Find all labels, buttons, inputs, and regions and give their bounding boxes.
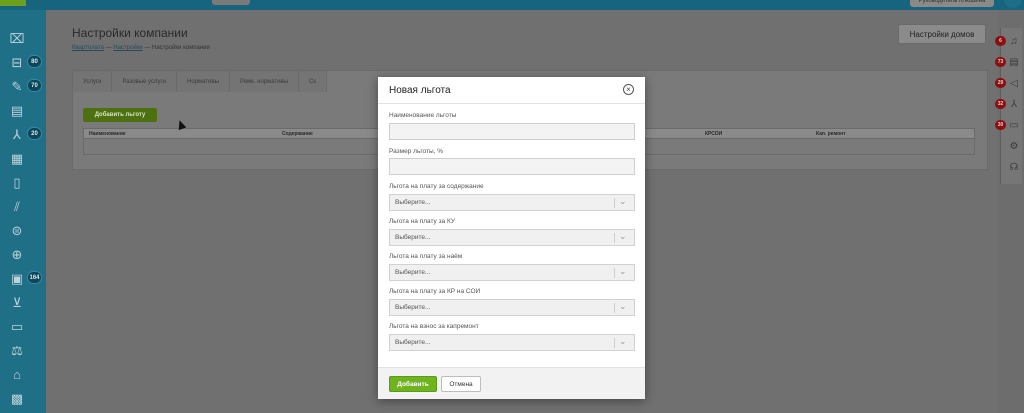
select-divider [614,338,615,348]
select-value: Выберите... [395,339,431,346]
wallet-icon[interactable]: ▭ [8,317,26,335]
select-label: Льгота на плату за КР на СОИ [389,288,481,295]
calculator-icon[interactable]: ▩ [8,389,26,407]
hierarchy-icon[interactable]: ⅄ [1007,97,1021,111]
building-icon[interactable]: ▦ [8,149,26,167]
top-bar: Руководитель Клюшина [0,0,1024,10]
cart-icon[interactable]: ⊻ [8,293,26,311]
avatar[interactable] [1004,0,1022,8]
dialog-footer: Добавить Отмена [378,367,645,399]
tab-4[interactable]: Ск [299,71,328,92]
select-value: Выберите... [395,304,431,311]
sidebar-count-badge: 70 [27,79,42,92]
select-divider [614,233,615,243]
select-label: Льгота на плату за наём [389,253,463,260]
chevron-down-icon[interactable]: ⌄ [619,301,627,312]
tab-1[interactable]: Разовые услуги [112,71,178,92]
scales-icon[interactable]: ⚖ [8,341,26,359]
support-icon[interactable]: ⊜ [8,221,26,239]
sidebar-count-badge: 20 [27,127,42,140]
breadcrumb-link[interactable]: Квартплата [72,45,104,51]
user-menu-button[interactable]: Руководитель Клюшина [910,0,994,7]
folder-icon[interactable]: ⌧ [8,29,26,47]
breadcrumb: Квартплата — Настройки — Настройки компа… [72,45,210,51]
user-icon[interactable]: ⊕ [8,245,26,263]
car-icon[interactable]: ⌂ [8,365,26,383]
select-value: Выберите... [395,234,431,241]
column-header: Содержание [282,131,313,137]
notification-badge: 29 [995,78,1006,88]
notification-badge: 6 [995,36,1006,46]
benefit-size-input[interactable] [389,158,635,175]
select-label: Льгота на взнос за капремонт [389,323,479,330]
new-benefit-dialog: Новая льгота × Наименование льготы Разме… [378,77,645,399]
benefit-select[interactable]: Выберите... ⌄ [389,194,635,211]
select-divider [614,303,615,313]
chat-icon[interactable]: ▭ [1007,118,1021,132]
chevron-down-icon[interactable]: ⌄ [619,196,627,207]
notification-badge: 30 [995,120,1006,130]
bell-icon[interactable]: ♫ [1007,34,1021,48]
column-header: КРСОИ [705,131,723,137]
column-header: Наименование [89,131,126,137]
dialog-title: Новая льгота [389,85,451,96]
page-title: Настройки компании [72,26,188,40]
inbox-icon[interactable]: ⊟ [8,53,26,71]
clipboard-icon[interactable]: ▣ [8,269,26,287]
chevron-down-icon[interactable]: ⌄ [619,266,627,277]
breadcrumb-separator: — [103,45,114,51]
benefit-select[interactable]: Выберите... ⌄ [389,264,635,281]
submit-button[interactable]: Добавить [389,376,437,392]
support-chat-icon[interactable]: ☊ [1007,160,1021,174]
tab-3[interactable]: Ремк. нормативы [229,71,300,92]
benefit-select[interactable]: Выберите... ⌄ [389,334,635,351]
select-label: Льгота на плату за содержание [389,183,484,190]
house-settings-button[interactable]: Настройки домов [898,24,986,44]
select-label: Льгота на плату за КУ [389,218,455,225]
notification-badge: 73 [995,57,1006,67]
benefit-name-label: Наименование льготы [389,112,457,119]
top-tab[interactable] [212,0,250,5]
chart-icon[interactable]: ⫽ [8,197,26,215]
edit-icon[interactable]: ✎ [8,77,26,95]
tab-0[interactable]: Услуги [73,71,113,92]
select-divider [614,268,615,278]
sidebar: ⌧ ⊟ 80 ✎ 70 ▤ ⅄ 20 ▦ ▯ ⫽ ⊜ ⊕ ▣ 164 ⊻ ▭ ⚖ ⌂ ▩ [0,10,46,413]
benefit-select[interactable]: Выберите... ⌄ [389,229,635,246]
tab-2[interactable]: Нормативы [177,71,230,92]
notification-badge: 32 [995,99,1006,109]
benefit-select[interactable]: Выберите... ⌄ [389,299,635,316]
gear-icon[interactable]: ⚙ [1007,139,1021,153]
dialog-header: Новая льгота × [378,77,645,104]
hierarchy-icon[interactable]: ⅄ [8,125,26,143]
right-toolbar: ♫ 6 ▤ 73 ◁ 29 ⅄ 32 ▭ 30 ⚙ ☊ [995,10,1024,413]
add-benefit-button[interactable]: Добавить льготу [83,108,157,122]
breadcrumb-link[interactable]: Настройки [113,45,142,51]
sidebar-count-badge: 80 [27,55,42,68]
right-toolbar-panel: ♫ 6 ▤ 73 ◁ 29 ⅄ 32 ▭ 30 ⚙ ☊ [995,28,1022,184]
select-divider [614,198,615,208]
megaphone-icon[interactable]: ◁ [1007,76,1021,90]
select-value: Выберите... [395,199,431,206]
chevron-down-icon[interactable]: ⌄ [619,336,627,347]
benefit-size-label: Размер льготы, % [389,148,444,155]
cancel-button[interactable]: Отмена [441,376,481,392]
app-logo[interactable] [0,0,26,6]
settings-tabs: Услуги Разовые услуги Нормативы Ремк. норма… [73,71,328,92]
benefit-name-input[interactable] [389,123,635,140]
breadcrumb-separator: — Настройки компании [142,45,210,51]
select-value: Выберите... [395,269,431,276]
close-icon[interactable]: × [623,84,634,95]
sidebar-count-badge: 164 [27,271,42,284]
list-icon[interactable]: ▯ [8,173,26,191]
column-header: Кап. ремонт [816,131,846,137]
archive-icon[interactable]: ▤ [1007,55,1021,69]
document-icon[interactable]: ▤ [8,101,26,119]
chevron-down-icon[interactable]: ⌄ [619,231,627,242]
